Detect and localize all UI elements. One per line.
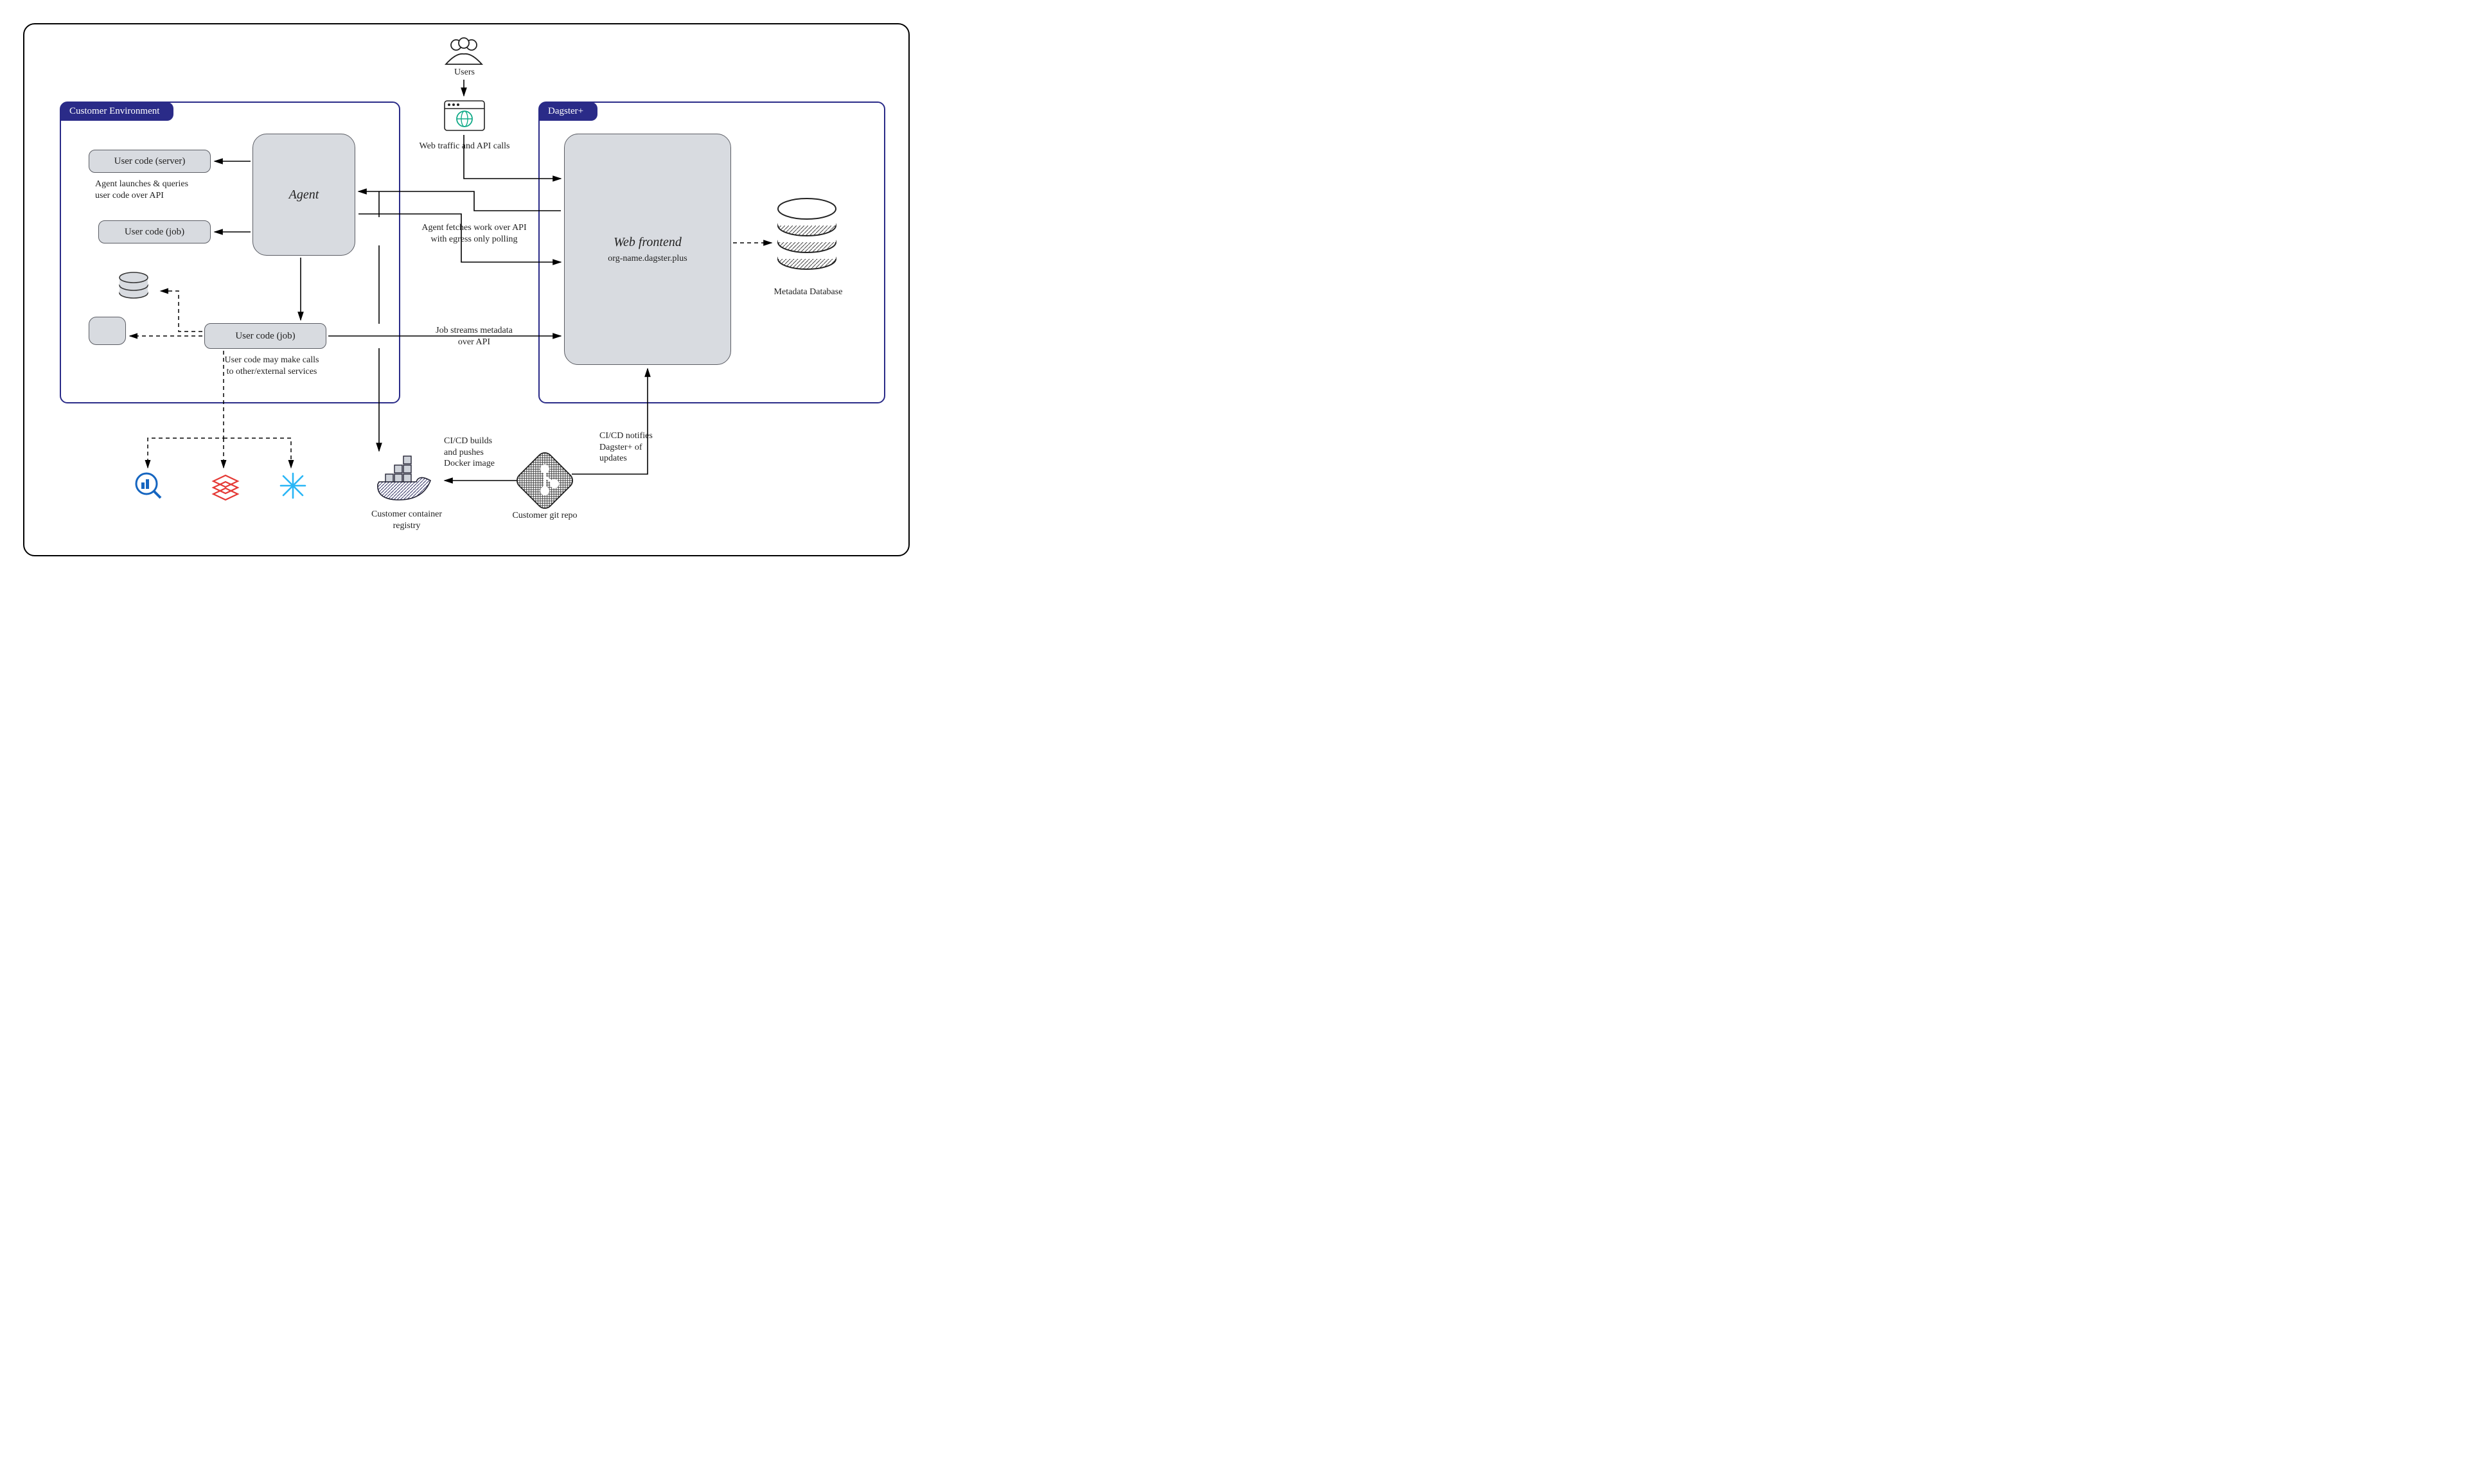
arrows [24, 24, 910, 556]
architecture-diagram: Customer Environment Dagster+ Agent User… [23, 23, 910, 556]
